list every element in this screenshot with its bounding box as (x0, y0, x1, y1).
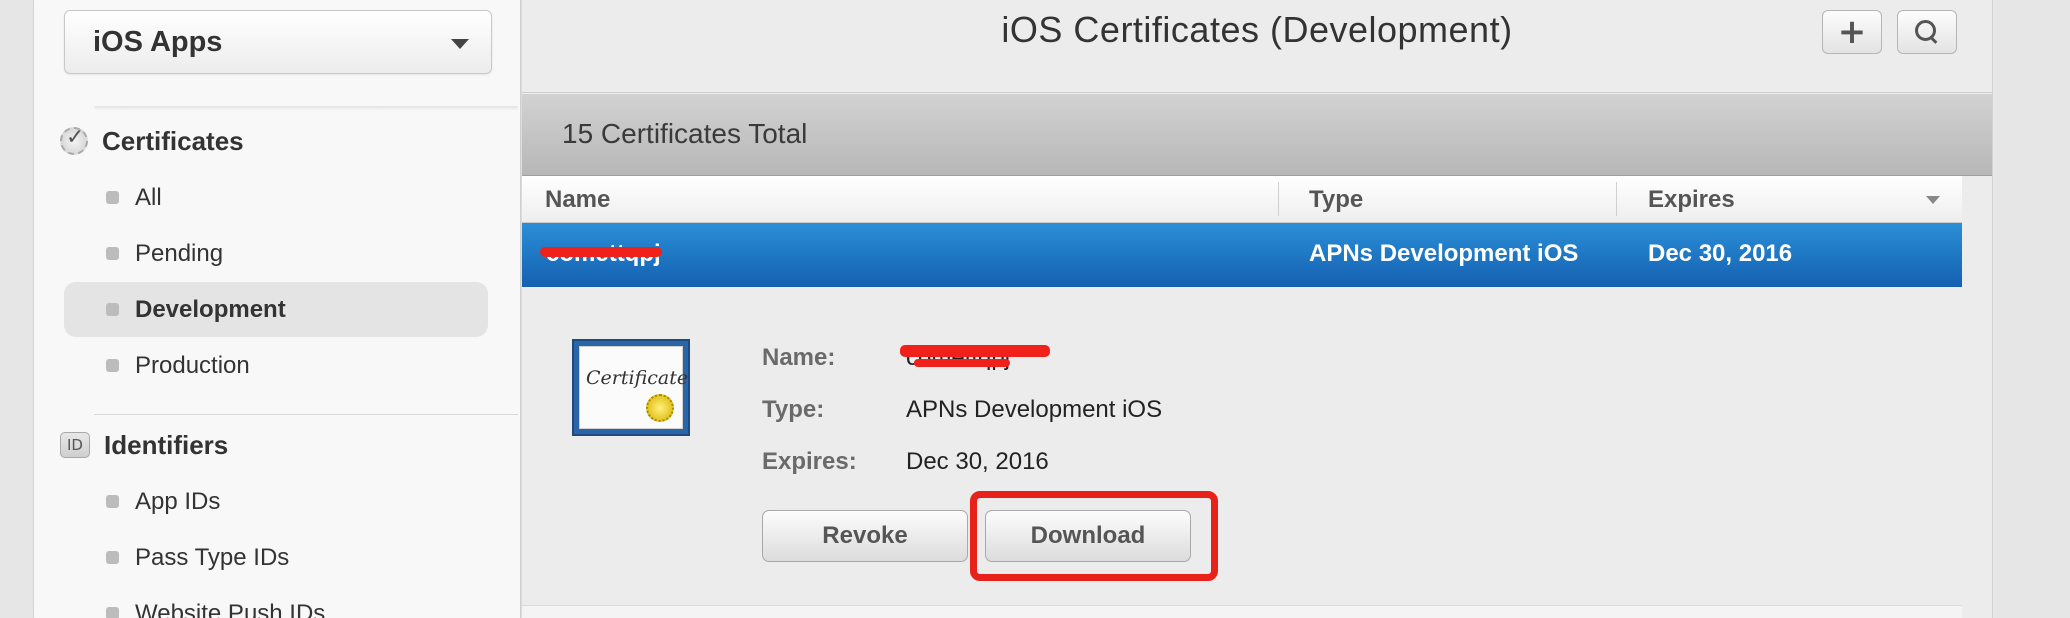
sidebar-item-label: Development (135, 295, 286, 323)
certificate-paper: Certificate (579, 346, 688, 429)
platform-select[interactable]: iOS Apps (64, 10, 492, 74)
search-icon (1914, 19, 1940, 45)
bullet-icon (106, 247, 119, 260)
row-type: APNs Development iOS (1309, 240, 1579, 267)
column-expires[interactable]: Expires (1648, 186, 1735, 214)
highlight-annotation (970, 491, 1218, 581)
certificate-detail: Certificate Name: comettqpj Type: APNs D… (522, 287, 1992, 605)
redaction-mark (914, 359, 1010, 367)
bullet-icon (106, 303, 119, 316)
sidebar-item-label: Pass Type IDs (135, 543, 290, 571)
bullet-icon (106, 495, 119, 508)
bullet-icon (106, 607, 119, 618)
platform-select-label: iOS Apps (93, 26, 223, 58)
sidebar-divider (94, 414, 518, 415)
sidebar-item-app-ids[interactable]: App IDs (64, 474, 488, 529)
sidebar-item-label: Website Push IDs (135, 599, 326, 618)
sidebar-item-pending[interactable]: Pending (64, 226, 488, 281)
sidebar-item-label: All (135, 183, 162, 211)
sidebar-item-pass-type-ids[interactable]: Pass Type IDs (64, 530, 488, 585)
seal-icon (646, 394, 674, 422)
sidebar-item-label: Pending (135, 239, 224, 267)
plus-icon: + (1837, 12, 1867, 52)
expires-value: Dec 30, 2016 (906, 448, 1049, 475)
revoke-button[interactable]: Revoke (762, 510, 968, 562)
expires-label: Expires: (762, 448, 857, 475)
certificates-total: 15 Certificates Total (562, 118, 808, 149)
sidebar-item-label: Production (135, 351, 250, 379)
sidebar: iOS Apps Certificates All Pending Develo… (33, 0, 521, 618)
bullet-icon (106, 359, 119, 372)
column-name[interactable]: Name (545, 186, 610, 214)
bullet-icon (106, 551, 119, 564)
column-separator (1616, 182, 1617, 216)
section-certificates: Certificates (60, 123, 244, 159)
table-header: Name Type Expires (522, 176, 1962, 223)
section-identifiers: ID Identifiers (60, 427, 228, 463)
next-row-strip (522, 605, 1962, 618)
column-separator (1278, 182, 1279, 216)
total-bar: 15 Certificates Total (522, 94, 1992, 176)
right-gutter (1992, 0, 2070, 618)
sidebar-item-development[interactable]: Development (64, 282, 488, 337)
bullet-icon (106, 191, 119, 204)
sort-descending-icon[interactable] (1926, 196, 1940, 204)
section-certificates-label: Certificates (102, 125, 244, 156)
row-expires: Dec 30, 2016 (1648, 240, 1793, 267)
top-bar: iOS Certificates (Development) + (522, 0, 1992, 93)
type-value: APNs Development iOS (906, 396, 1163, 423)
certificate-word: Certificate (586, 367, 689, 389)
search-button[interactable] (1897, 10, 1957, 54)
column-type[interactable]: Type (1309, 186, 1363, 214)
main-panel: iOS Certificates (Development) + 15 Cert… (522, 0, 1992, 618)
add-button[interactable]: + (1822, 10, 1882, 54)
certificate-badge-icon (60, 125, 88, 155)
sidebar-item-website-push-ids[interactable]: Website Push IDs (64, 586, 488, 618)
sidebar-item-all[interactable]: All (64, 170, 488, 225)
sidebar-item-production[interactable]: Production (64, 338, 488, 393)
redaction-mark (540, 247, 662, 257)
id-badge-icon: ID (60, 432, 90, 458)
name-label: Name: (762, 344, 836, 371)
certificate-icon: Certificate (572, 339, 690, 436)
redaction-mark (900, 345, 1050, 357)
section-identifiers-label: Identifiers (104, 429, 229, 460)
type-label: Type: (762, 396, 825, 423)
table-row-selected[interactable]: comettqpj APNs Development iOS Dec 30, 2… (522, 223, 1962, 287)
sidebar-item-label: App IDs (135, 487, 221, 515)
sidebar-divider (94, 106, 518, 110)
chevron-down-icon (451, 39, 469, 49)
page-title: iOS Certificates (Development) (1001, 9, 1513, 50)
